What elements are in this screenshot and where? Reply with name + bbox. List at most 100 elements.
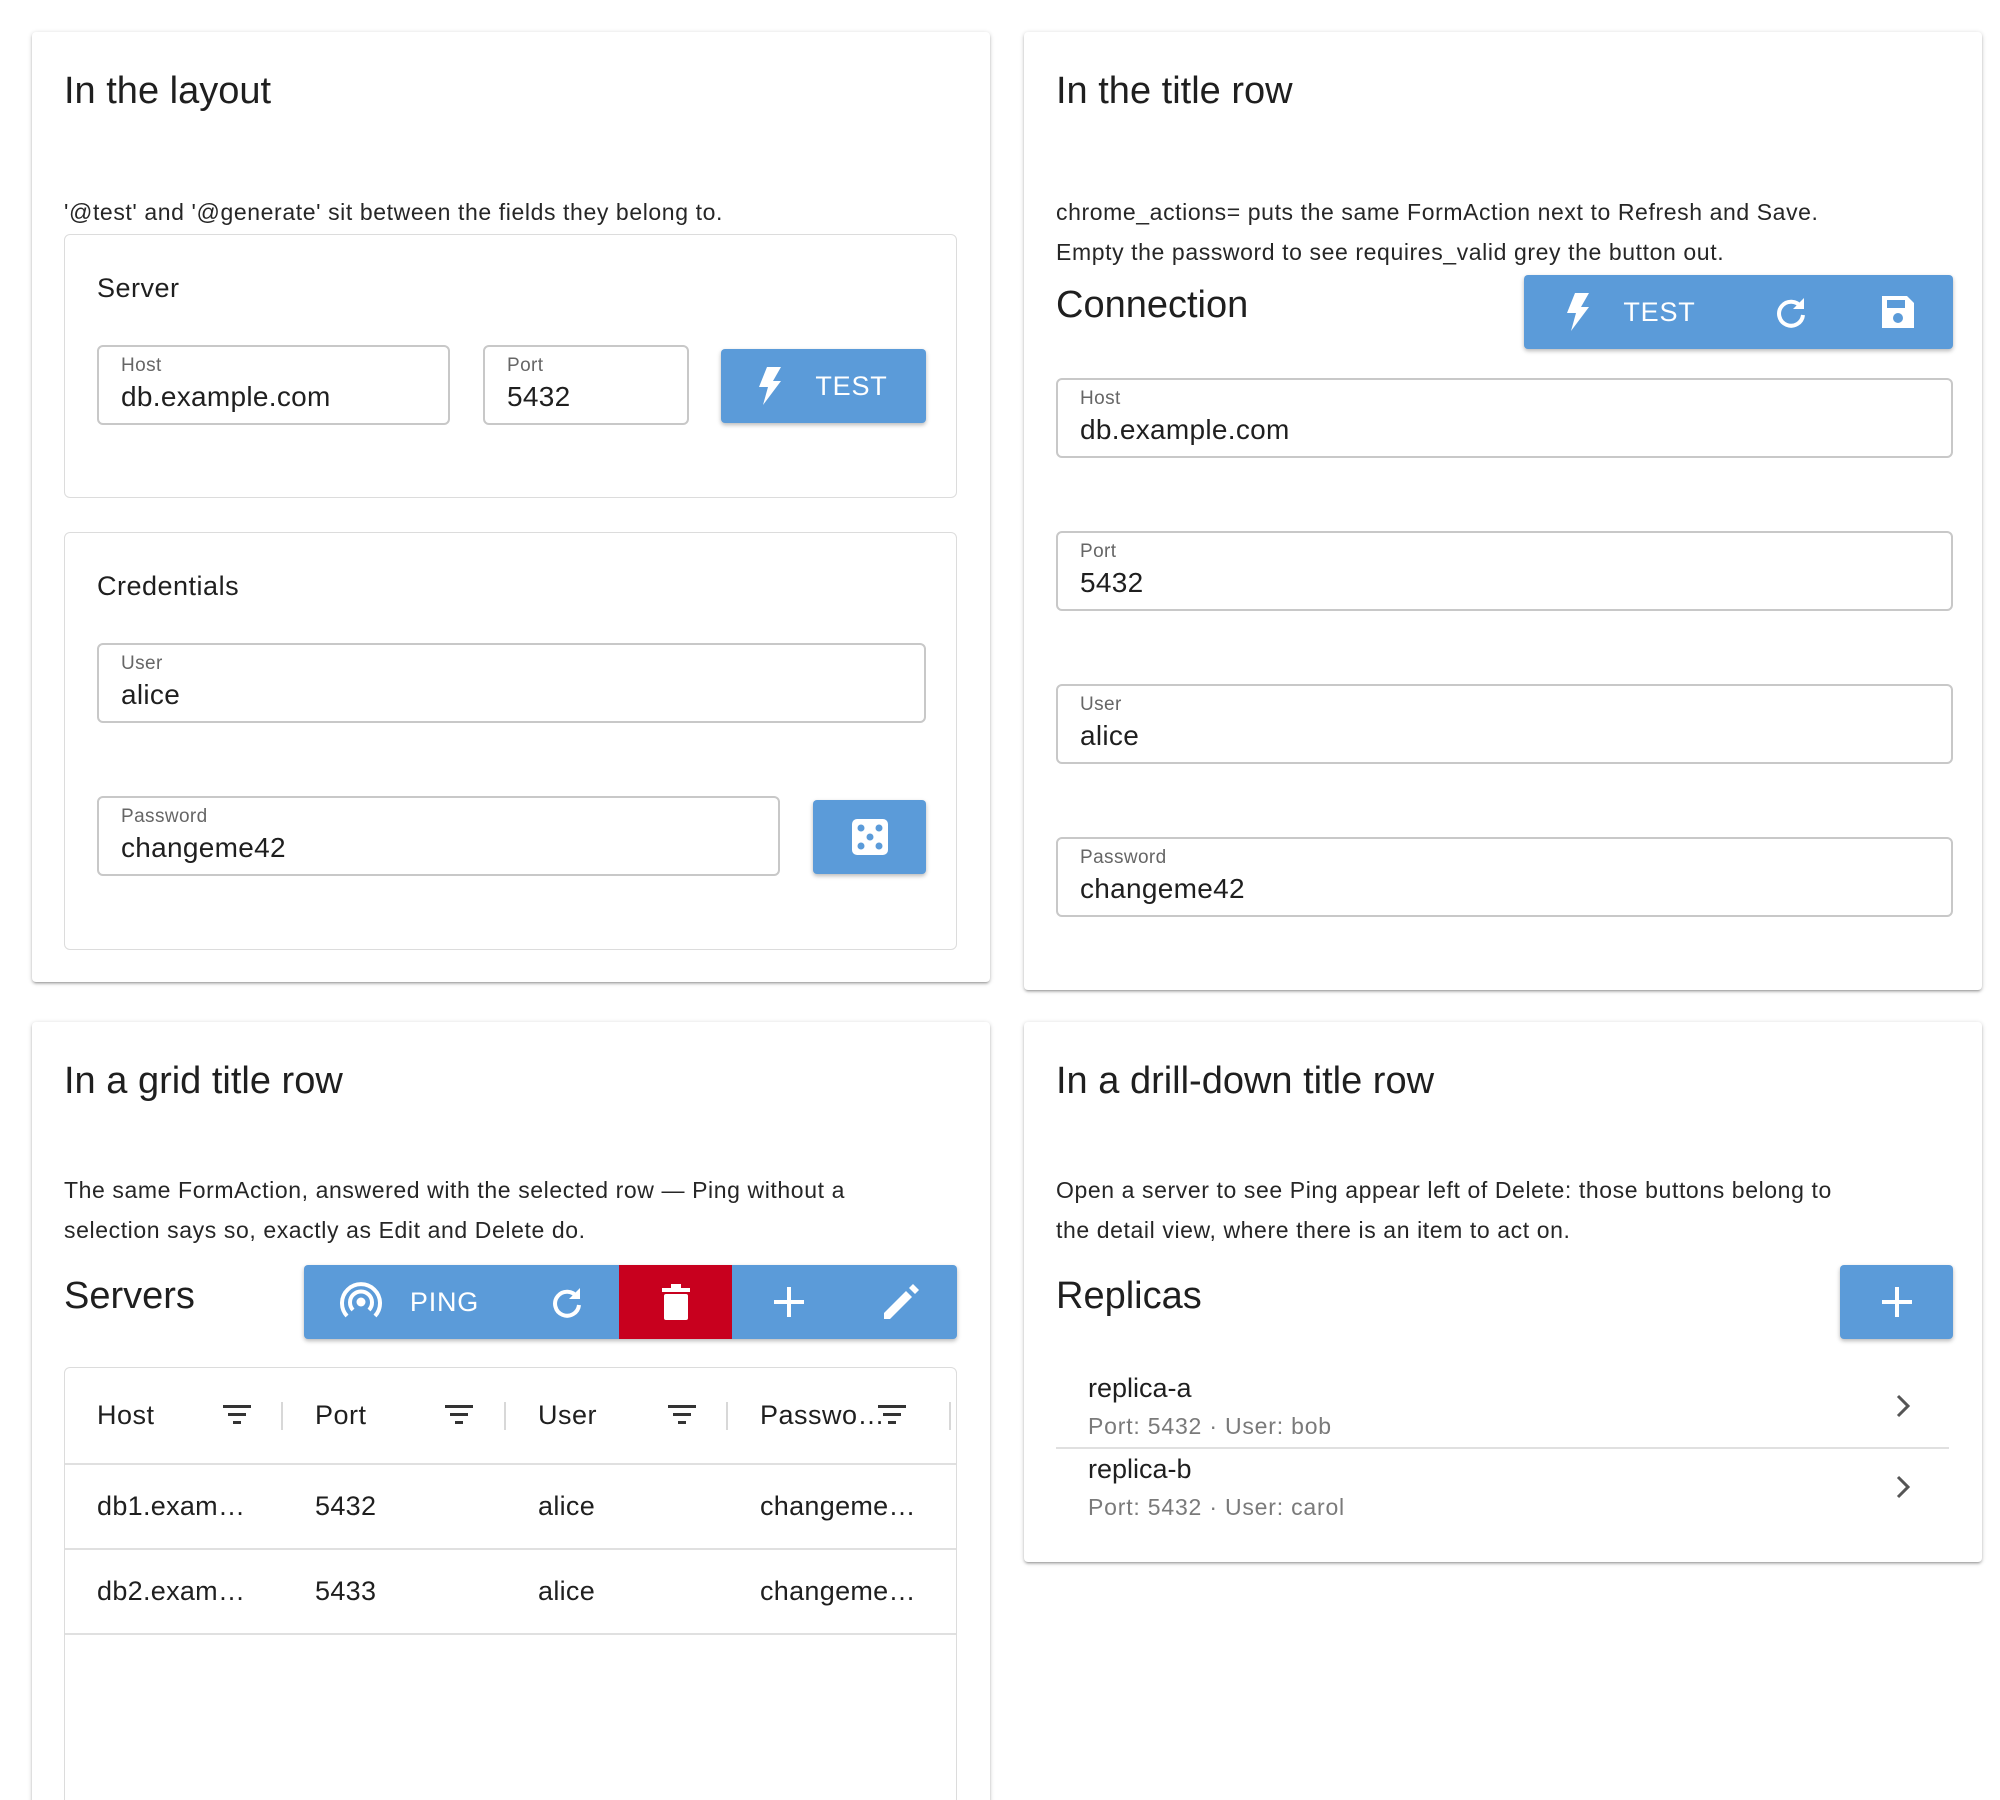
host-field[interactable]: Host db.example.com	[97, 345, 450, 425]
column-header-label: Passwo…	[760, 1400, 886, 1430]
test-button-label: TEST	[815, 370, 888, 401]
host-input[interactable]: db.example.com	[121, 381, 331, 413]
card-description-line1: The same FormAction, answered with the s…	[64, 1177, 845, 1203]
credentials-group: Credentials User alice Password changeme…	[64, 532, 957, 950]
column-separator[interactable]	[504, 1402, 506, 1430]
card-description-line2: selection says so, exactly as Edit and D…	[64, 1217, 586, 1243]
ping-button[interactable]: PING	[304, 1265, 515, 1339]
card-in-the-title-row: In the title row chrome_actions= puts th…	[1024, 32, 1982, 990]
column-password[interactable]: Passwo…	[730, 1368, 956, 1465]
delete-button[interactable]	[619, 1265, 732, 1339]
ping-button-label: PING	[409, 1286, 480, 1317]
card-in-the-layout: In the layout '@test' and '@generate' si…	[32, 32, 990, 982]
refresh-button[interactable]	[515, 1265, 619, 1339]
edit-button[interactable]	[845, 1265, 957, 1339]
port-input[interactable]: 5432	[507, 381, 571, 413]
column-user[interactable]: User	[508, 1368, 730, 1465]
host-field[interactable]: Host db.example.com	[1056, 378, 1953, 458]
port-input[interactable]: 5432	[1080, 567, 1144, 599]
refresh-button[interactable]	[1739, 275, 1843, 349]
replica-details: Port: 5432 · User: bob	[1088, 1413, 1332, 1439]
password-label: Password	[121, 806, 208, 827]
column-port[interactable]: Port	[285, 1368, 508, 1465]
filter-icon[interactable]	[878, 1402, 906, 1426]
cell-port: 5432	[315, 1491, 377, 1521]
user-input[interactable]: alice	[1080, 720, 1139, 752]
cell-user: alice	[538, 1576, 596, 1606]
password-field[interactable]: Password changeme42	[1056, 837, 1953, 917]
save-button[interactable]	[1843, 275, 1953, 349]
add-button[interactable]	[1840, 1265, 1953, 1339]
trash-icon	[661, 1284, 690, 1320]
list-item[interactable]: replica-b Port: 5432 · User: carol	[1056, 1448, 1949, 1528]
test-button[interactable]: TEST	[721, 349, 926, 423]
card-description-line2: the detail view, where there is an item …	[1056, 1217, 1571, 1243]
servers-toolbar: PING	[304, 1265, 957, 1339]
plus-icon	[773, 1287, 804, 1317]
host-label: Host	[121, 355, 162, 376]
card-title: In a drill-down title row	[1056, 1060, 1435, 1102]
cell-password: changeme…	[760, 1576, 916, 1606]
credentials-group-title: Credentials	[97, 571, 240, 601]
servers-title: Servers	[64, 1275, 195, 1317]
column-header-label: Host	[97, 1400, 155, 1430]
filter-icon[interactable]	[668, 1402, 696, 1426]
card-description: '@test' and '@generate' sit between the …	[64, 199, 723, 225]
test-button[interactable]: TEST	[1524, 275, 1739, 349]
refresh-icon	[1777, 298, 1805, 328]
cell-user: alice	[538, 1491, 596, 1521]
column-header-label: Port	[315, 1400, 367, 1430]
refresh-icon	[553, 1288, 581, 1318]
password-field[interactable]: Password changeme42	[97, 796, 780, 876]
filter-icon[interactable]	[445, 1402, 473, 1426]
column-host[interactable]: Host	[65, 1368, 285, 1465]
port-label: Port	[1080, 541, 1117, 562]
user-input[interactable]: alice	[121, 679, 180, 711]
table-row[interactable]: db1.exam… 5432 alice changeme…	[65, 1465, 956, 1550]
user-field[interactable]: User alice	[1056, 684, 1953, 764]
card-description-line1: Open a server to see Ping appear left of…	[1056, 1177, 1832, 1203]
card-in-a-grid-title-row: In a grid title row The same FormAction,…	[32, 1022, 990, 1800]
server-group-title: Server	[97, 273, 180, 303]
replica-name: replica-a	[1088, 1373, 1192, 1403]
test-button-label: TEST	[1623, 296, 1696, 327]
column-separator[interactable]	[949, 1402, 951, 1430]
generate-button[interactable]	[813, 800, 926, 874]
dice-icon	[851, 819, 888, 855]
cell-password: changeme…	[760, 1491, 916, 1521]
filter-icon[interactable]	[223, 1402, 251, 1426]
card-description-line2: Empty the password to see requires_valid…	[1056, 239, 1725, 265]
user-label: User	[1080, 694, 1122, 715]
bolt-icon	[759, 367, 782, 405]
host-input[interactable]: db.example.com	[1080, 414, 1290, 446]
server-group: Server Host db.example.com Port 5432 TES…	[64, 234, 957, 498]
password-input[interactable]: changeme42	[121, 832, 286, 864]
cell-host: db2.exam…	[97, 1576, 246, 1606]
column-header-label: User	[538, 1400, 598, 1430]
chevron-right-icon	[1896, 1394, 1911, 1418]
port-field[interactable]: Port 5432	[1056, 531, 1953, 611]
cell-host: db1.exam…	[97, 1491, 246, 1521]
password-label: Password	[1080, 847, 1167, 868]
replica-name: replica-b	[1088, 1454, 1192, 1484]
column-separator[interactable]	[726, 1402, 728, 1430]
connection-title: Connection	[1056, 284, 1249, 326]
column-separator[interactable]	[281, 1402, 283, 1430]
port-field[interactable]: Port 5432	[483, 345, 689, 425]
replica-details: Port: 5432 · User: carol	[1088, 1494, 1345, 1520]
connection-toolbar: TEST	[1524, 275, 1953, 349]
add-button[interactable]	[732, 1265, 845, 1339]
plus-icon	[1881, 1287, 1912, 1317]
save-icon	[1882, 296, 1914, 328]
replicas-title: Replicas	[1056, 1275, 1202, 1317]
card-in-a-drill-down-title-row: In a drill-down title row Open a server …	[1024, 1022, 1982, 1562]
chevron-right-icon	[1896, 1475, 1911, 1499]
card-title: In the layout	[64, 70, 272, 112]
servers-grid: Host Port User Passwo… db1.exam… 5432 al…	[64, 1367, 957, 1800]
password-input[interactable]: changeme42	[1080, 873, 1245, 905]
port-label: Port	[507, 355, 544, 376]
bolt-icon	[1567, 293, 1590, 331]
user-field[interactable]: User alice	[97, 643, 926, 723]
table-row[interactable]: db2.exam… 5433 alice changeme…	[65, 1550, 956, 1635]
list-item[interactable]: replica-a Port: 5432 · User: bob	[1056, 1367, 1949, 1447]
